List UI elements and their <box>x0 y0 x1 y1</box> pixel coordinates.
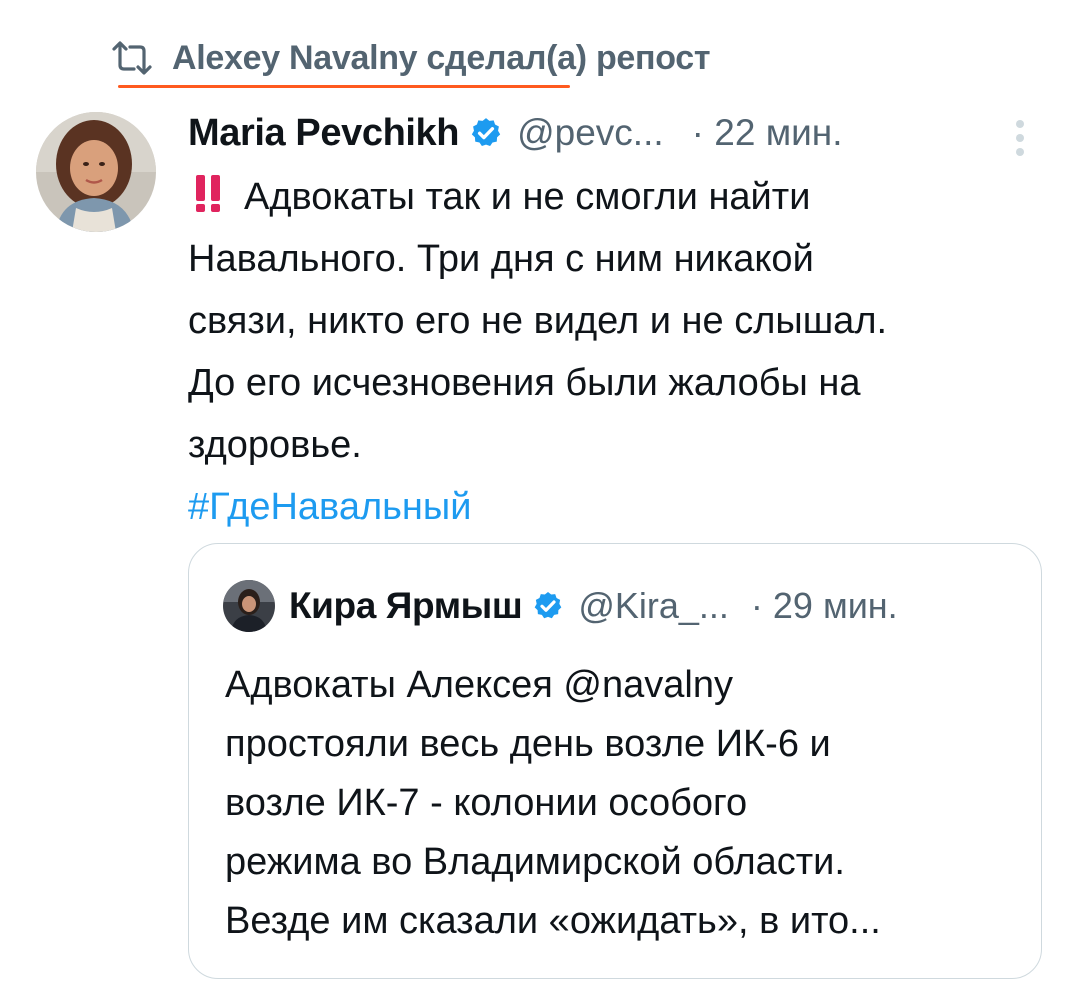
tweet-body-line-2: Навального. Три дня с ним никакой <box>188 238 814 280</box>
verified-badge-icon <box>471 118 501 147</box>
quoted-body-line-5: Везде им сказали «ожидать», в ито... <box>225 900 881 942</box>
double-exclamation-icon <box>196 175 220 212</box>
quoted-tweet-card[interactable]: Кира Ярмыш @Kira_... · 29 мин. Адвокаты … <box>188 543 1042 979</box>
quoted-body-line-4: режима во Владимирской области. <box>225 841 845 883</box>
hashtag-link[interactable]: #ГдеНавальный <box>188 476 1048 538</box>
author-name[interactable]: Maria Pevchikh <box>188 112 459 155</box>
tweet-text: Адвокаты так и не смогли найти <box>244 176 811 218</box>
author-avatar[interactable] <box>36 112 156 232</box>
tweet-header: Maria Pevchikh @pevc... · 22 мин. <box>188 108 843 158</box>
quoted-tweet-time: · 29 мин. <box>750 585 898 626</box>
quoted-body-line-1: Адвокаты Алексея @navalny <box>225 664 733 706</box>
tweet-time[interactable]: · 22 мин. <box>692 112 843 154</box>
repost-indicator[interactable]: Alexey Navalny сделал(а) репост <box>110 36 711 80</box>
repost-label[interactable]: Alexey Navalny сделал(а) репост <box>172 39 711 78</box>
quoted-author-name: Кира Ярмыш <box>289 585 523 626</box>
quoted-tweet-header: Кира Ярмыш @Kira_... · 29 мин. <box>223 578 898 634</box>
quoted-body-line-2: простояли весь день возле ИК-6 и <box>225 723 831 765</box>
tweet-body-line-4: До его исчезновения были жалобы на <box>188 362 861 404</box>
repost-icon <box>112 41 152 75</box>
quoted-body-line-3: возле ИК-7 - колонии особого <box>225 782 748 824</box>
quoted-author-avatar <box>223 580 275 632</box>
more-options-icon[interactable] <box>1012 116 1028 160</box>
tweet-body: Адвокаты так и не смогли найти Навальног… <box>188 166 1048 538</box>
tweet-body-line-1: Адвокаты так и не смогли найти <box>188 166 1048 228</box>
author-handle[interactable]: @pevc... <box>517 112 664 154</box>
quoted-tweet-body: Адвокаты Алексея @navalny простояли весь… <box>225 656 1025 951</box>
verified-badge-icon <box>534 592 562 619</box>
tweet-body-line-3: связи, никто его не видел и не слышал. <box>188 300 888 342</box>
quoted-author-handle: @Kira_... <box>578 585 729 626</box>
repost-underline <box>118 85 570 88</box>
tweet-screen: Alexey Navalny сделал(а) репост Maria Pe… <box>0 0 1080 1003</box>
tweet-body-line-5: здоровье. <box>188 424 362 466</box>
